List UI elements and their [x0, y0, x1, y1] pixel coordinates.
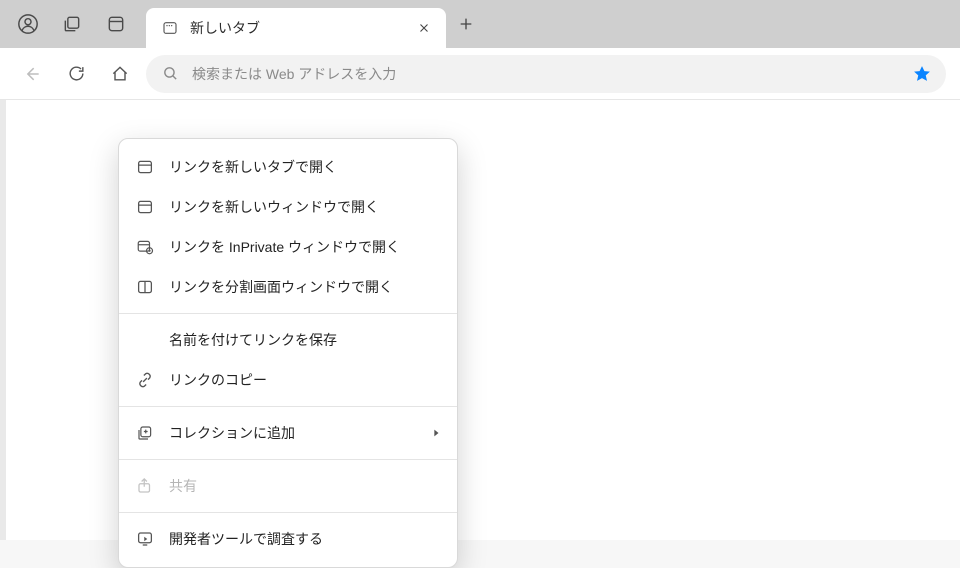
- workspaces-button[interactable]: [52, 4, 92, 44]
- menu-label: リンクを新しいウィンドウで開く: [169, 197, 441, 217]
- collections-icon: [135, 423, 155, 443]
- menu-open-new-window[interactable]: リンクを新しいウィンドウで開く: [119, 187, 457, 227]
- inprivate-icon: [135, 237, 155, 257]
- menu-separator: [119, 512, 457, 513]
- menu-label: リンクのコピー: [169, 370, 441, 390]
- menu-label: 開発者ツールで調査する: [169, 529, 441, 549]
- menu-open-inprivate[interactable]: リンクを InPrivate ウィンドウで開く: [119, 227, 457, 267]
- new-tab-page-icon: [160, 18, 180, 38]
- menu-save-link-as[interactable]: 名前を付けてリンクを保存: [119, 320, 457, 360]
- split-screen-icon: [135, 277, 155, 297]
- home-button[interactable]: [102, 56, 138, 92]
- menu-label: リンクを新しいタブで開く: [169, 157, 441, 177]
- favorite-star-icon[interactable]: [912, 64, 932, 84]
- tab-actions-button[interactable]: [96, 4, 136, 44]
- menu-label: リンクを分割画面ウィンドウで開く: [169, 277, 441, 297]
- search-icon: [160, 64, 180, 84]
- menu-open-new-tab[interactable]: リンクを新しいタブで開く: [119, 147, 457, 187]
- menu-separator: [119, 406, 457, 407]
- address-placeholder: 検索または Web アドレスを入力: [192, 64, 900, 84]
- new-tab-button[interactable]: [446, 4, 486, 44]
- menu-label: 名前を付けてリンクを保存: [169, 330, 441, 350]
- titlebar: 新しいタブ: [0, 0, 960, 48]
- menu-separator: [119, 313, 457, 314]
- tab-icon: [135, 157, 155, 177]
- share-icon: [135, 476, 155, 496]
- menu-label: リンクを InPrivate ウィンドウで開く: [169, 237, 441, 257]
- link-icon: [135, 370, 155, 390]
- profile-button[interactable]: [8, 4, 48, 44]
- menu-inspect[interactable]: 開発者ツールで調査する: [119, 519, 457, 559]
- reload-button[interactable]: [58, 56, 94, 92]
- menu-copy-link[interactable]: リンクのコピー: [119, 360, 457, 400]
- menu-share: 共有: [119, 466, 457, 506]
- menu-open-split[interactable]: リンクを分割画面ウィンドウで開く: [119, 267, 457, 307]
- menu-label: 共有: [169, 476, 441, 496]
- menu-separator: [119, 459, 457, 460]
- menu-label: コレクションに追加: [169, 423, 417, 443]
- back-button[interactable]: [14, 56, 50, 92]
- address-bar[interactable]: 検索または Web アドレスを入力: [146, 55, 946, 93]
- tab-title: 新しいタブ: [190, 18, 402, 38]
- devtools-icon: [135, 529, 155, 549]
- submenu-arrow-icon: [431, 428, 441, 438]
- window-icon: [135, 197, 155, 217]
- browser-tab[interactable]: 新しいタブ: [146, 8, 446, 48]
- tab-close-button[interactable]: [412, 16, 436, 40]
- link-context-menu: リンクを新しいタブで開く リンクを新しいウィンドウで開く リンクを InPriv…: [118, 138, 458, 568]
- toolbar: 検索または Web アドレスを入力: [0, 48, 960, 100]
- menu-add-to-collections[interactable]: コレクションに追加: [119, 413, 457, 453]
